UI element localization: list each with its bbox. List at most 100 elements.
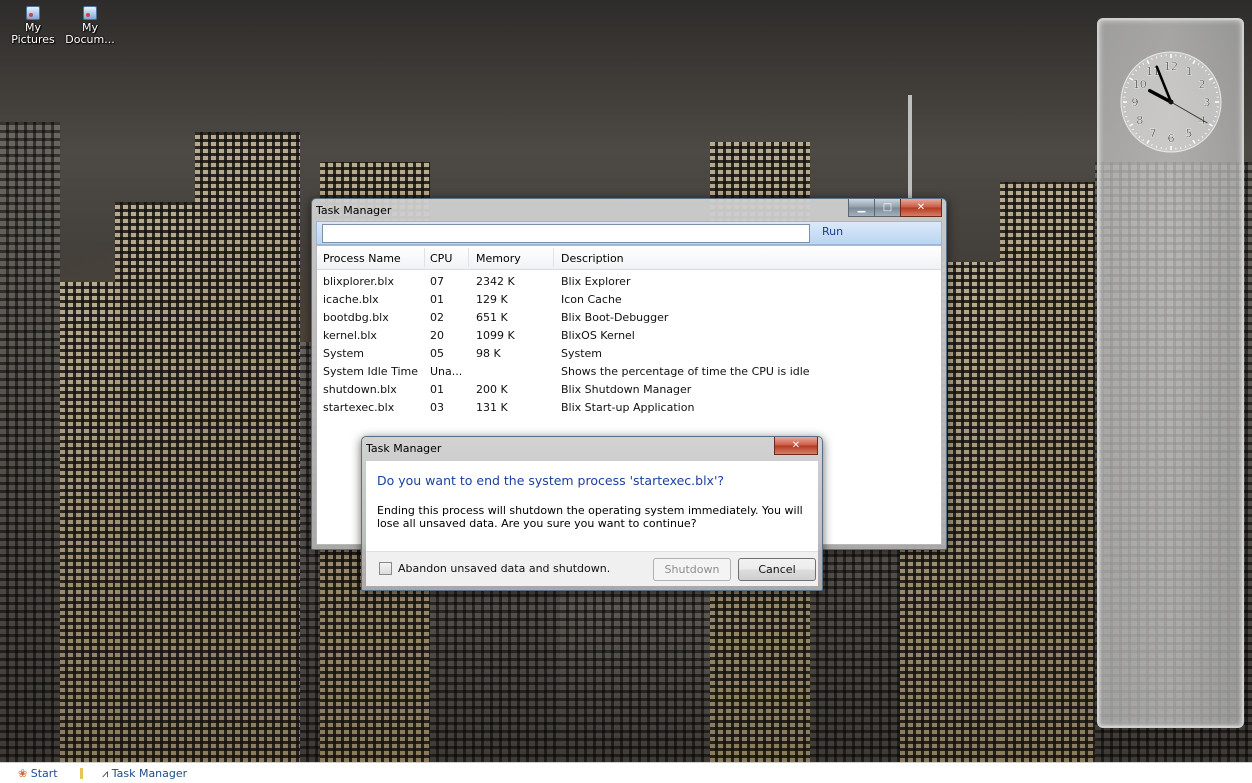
dialog-message-line: Ending this process will shutdown the op… [377, 504, 817, 517]
process-description: Blix Boot-Debugger [561, 311, 668, 324]
column-header-process-name[interactable]: Process Name [323, 252, 401, 265]
documents-icon [83, 6, 97, 20]
column-header-description[interactable]: Description [561, 252, 624, 265]
dialog-message-line: lose all unsaved data. Are you sure you … [377, 517, 817, 530]
dialog-title: Task Manager [366, 442, 441, 455]
process-name: icache.blx [323, 293, 379, 306]
minimize-button[interactable]: ▁ [848, 199, 875, 217]
process-cpu: 01 [430, 383, 444, 396]
command-input[interactable] [322, 224, 810, 243]
process-cpu: 01 [430, 293, 444, 306]
desktop-icon-my-pictures[interactable]: My Pictures [6, 6, 60, 46]
clock-number: 3 [1204, 96, 1211, 109]
process-description: Blix Explorer [561, 275, 630, 288]
process-row[interactable]: kernel.blx 20 1099 K BlixOS Kernel [317, 326, 941, 344]
clock-number: 2 [1199, 78, 1206, 91]
maximize-button[interactable]: □ [874, 199, 901, 217]
column-header-cpu[interactable]: CPU [430, 252, 452, 265]
taskbar-separator [80, 768, 83, 779]
process-memory: 1099 K [476, 329, 515, 342]
process-name: System [323, 347, 364, 360]
clock-gadget[interactable]: 121234567891011 [1119, 50, 1223, 154]
process-name: shutdown.blx [323, 383, 397, 396]
column-divider[interactable] [468, 248, 469, 267]
process-cpu: 05 [430, 347, 444, 360]
process-row[interactable]: System Idle Time Una... Shows the percen… [317, 362, 941, 380]
clock-number: 6 [1168, 132, 1175, 145]
clock-number: 8 [1136, 114, 1143, 127]
process-cpu: 07 [430, 275, 444, 288]
pictures-icon [26, 6, 40, 20]
close-button[interactable]: ✕ [900, 199, 942, 217]
icon-label: Docum... [63, 34, 117, 46]
dialog-instruction: Do you want to end the system process 's… [377, 473, 724, 488]
column-divider[interactable] [553, 248, 554, 267]
column-divider[interactable] [424, 248, 425, 267]
process-memory: 651 K [476, 311, 508, 324]
process-name: bootdbg.blx [323, 311, 389, 324]
clock-number: 7 [1150, 127, 1157, 140]
clock-pivot [1169, 100, 1174, 105]
clock-number: 12 [1164, 60, 1178, 73]
taskbar-item-label: Task Manager [112, 767, 187, 780]
building [115, 202, 195, 762]
process-description: BlixOS Kernel [561, 329, 635, 342]
title-bar[interactable]: Task Manager ▁ □ ✕ [312, 199, 946, 221]
maximize-icon: □ [883, 202, 892, 213]
process-memory: 200 K [476, 383, 508, 396]
process-description: Blix Shutdown Manager [561, 383, 691, 396]
dialog-message: Ending this process will shutdown the op… [377, 504, 817, 530]
process-name: startexec.blx [323, 401, 394, 414]
process-memory: 131 K [476, 401, 508, 414]
taskbar-item-task-manager[interactable]: ⩘ Task Manager [102, 767, 187, 781]
process-row[interactable]: shutdown.blx 01 200 K Blix Shutdown Mana… [317, 380, 941, 398]
process-row[interactable]: icache.blx 01 129 K Icon Cache [317, 290, 941, 308]
dialog-title-bar[interactable]: Task Manager ✕ [362, 437, 822, 459]
command-bar: Run [316, 221, 942, 245]
process-row[interactable]: blixplorer.blx 07 2342 K Blix Explorer [317, 272, 941, 290]
close-icon: ✕ [792, 440, 800, 451]
gadget-sidebar: 121234567891011 [1097, 18, 1244, 728]
shutdown-button[interactable]: Shutdown [653, 558, 731, 581]
process-description: Shows the percentage of time the CPU is … [561, 365, 810, 378]
abandon-data-checkbox[interactable] [379, 562, 392, 575]
activity-icon: ⩘ [102, 767, 108, 780]
dialog-footer: Abandon unsaved data and shutdown. Shutd… [366, 551, 818, 586]
cancel-button[interactable]: Cancel [738, 558, 816, 581]
building [60, 282, 115, 762]
building [1000, 182, 1095, 762]
start-button[interactable]: ❀ Start [18, 767, 58, 780]
process-memory: 98 K [476, 347, 501, 360]
icon-label: Pictures [6, 34, 60, 46]
process-memory: 129 K [476, 293, 508, 306]
building [195, 132, 300, 762]
start-icon: ❀ [18, 767, 27, 780]
process-cpu: 03 [430, 401, 444, 414]
clock-number: 10 [1133, 78, 1147, 91]
clock-number: 1 [1186, 65, 1193, 78]
column-header-memory[interactable]: Memory [476, 252, 521, 265]
end-process-dialog: Task Manager ✕ Do you want to end the sy… [361, 436, 823, 591]
clock-number: 5 [1186, 127, 1193, 140]
process-cpu: Una... [430, 365, 462, 378]
dialog-close-button[interactable]: ✕ [774, 437, 818, 455]
run-button[interactable]: Run [822, 225, 843, 238]
process-cpu: 02 [430, 311, 444, 324]
process-description: Blix Start-up Application [561, 401, 694, 414]
desktop-icon-my-documents[interactable]: My Docum... [63, 6, 117, 46]
minimize-icon: ▁ [858, 202, 866, 213]
process-row[interactable]: System 05 98 K System [317, 344, 941, 362]
building [0, 122, 60, 762]
close-icon: ✕ [917, 202, 925, 213]
start-label: Start [31, 767, 58, 780]
column-header-row: Process Name CPU Memory Description [317, 246, 941, 270]
process-name: kernel.blx [323, 329, 377, 342]
antenna [908, 95, 912, 205]
process-name: blixplorer.blx [323, 275, 394, 288]
process-row[interactable]: bootdbg.blx 02 651 K Blix Boot-Debugger [317, 308, 941, 326]
taskbar: ❀ Start ⩘ Task Manager [0, 762, 1252, 783]
window-title: Task Manager [316, 204, 391, 217]
process-cpu: 20 [430, 329, 444, 342]
process-row[interactable]: startexec.blx 03 131 K Blix Start-up App… [317, 398, 941, 416]
abandon-data-checkbox-label[interactable]: Abandon unsaved data and shutdown. [398, 562, 610, 575]
